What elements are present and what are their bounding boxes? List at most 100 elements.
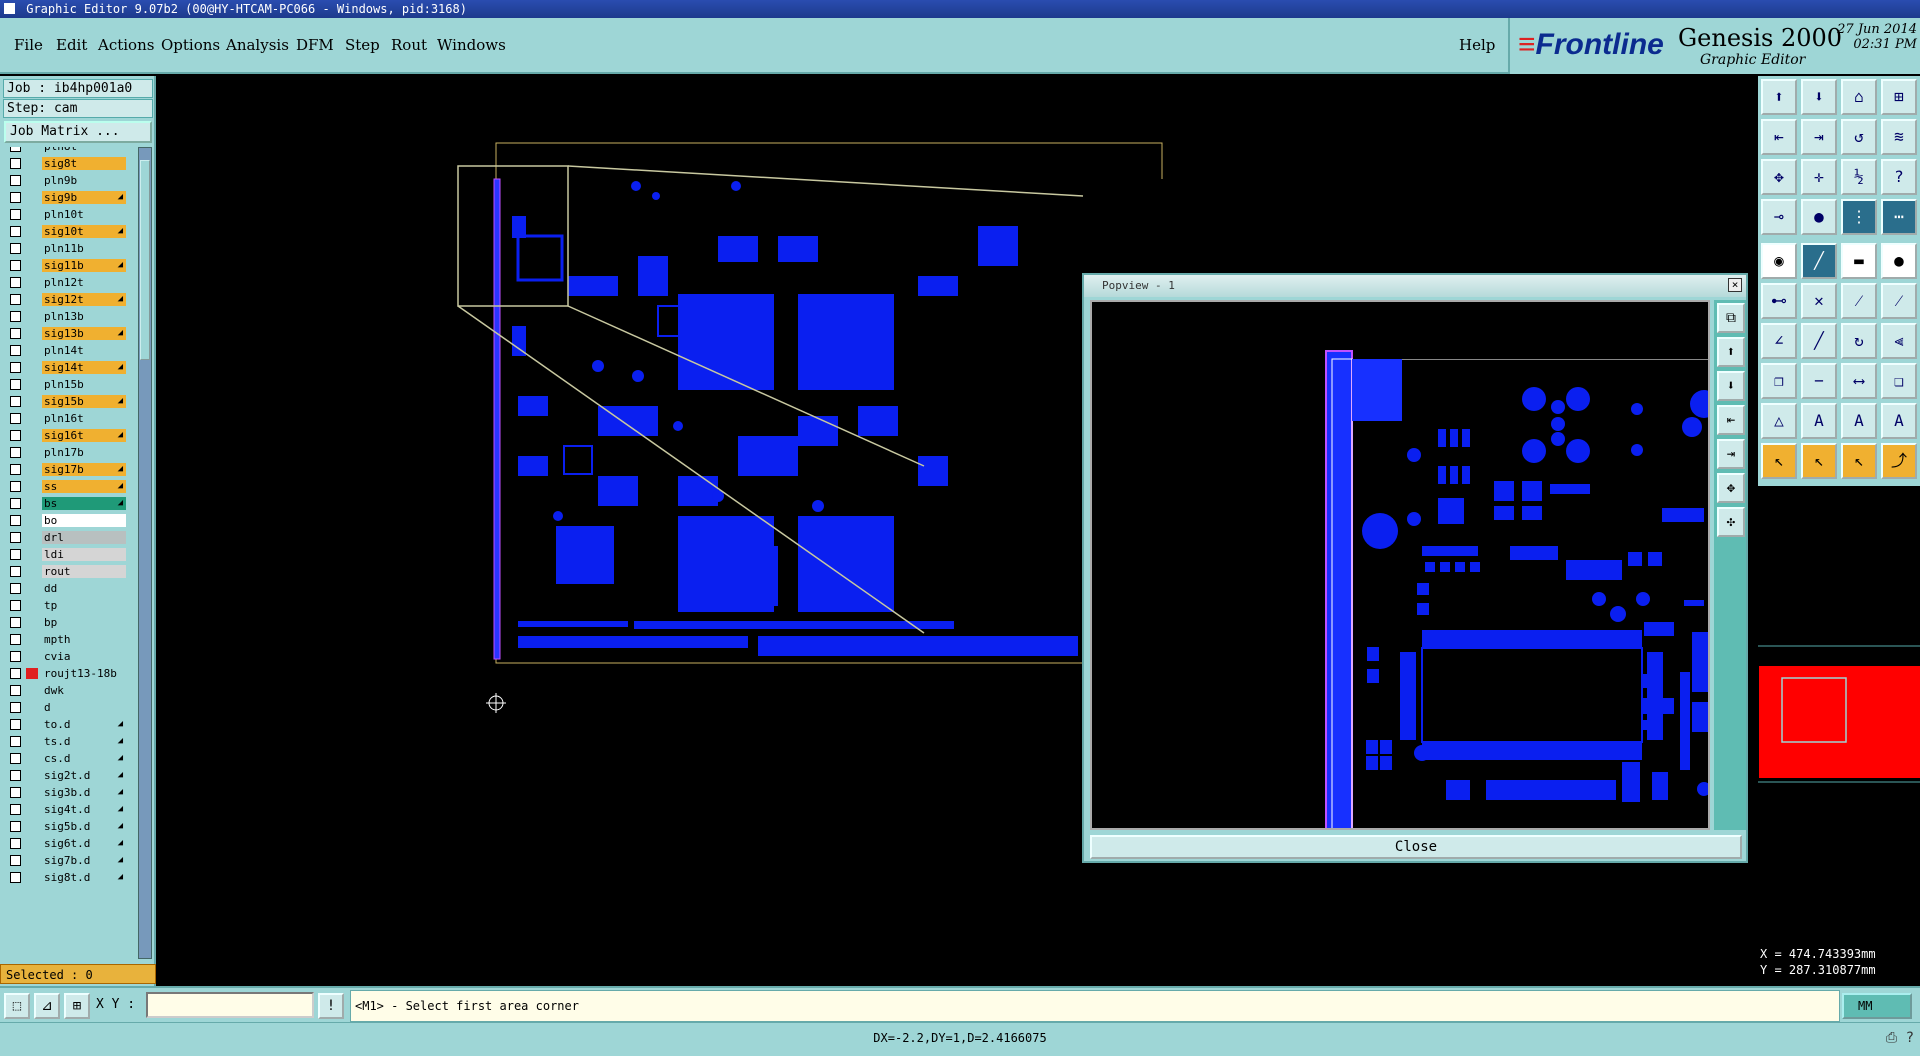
layer-name[interactable]: sig2t.d ◢ [42,769,126,782]
layer-checkbox[interactable] [10,294,21,305]
layer-name[interactable]: dwk [42,684,126,697]
layer-name[interactable]: pln12t [42,276,126,289]
layer-name[interactable]: sig6t.d ◢ [42,837,126,850]
pop-full-icon[interactable]: ✣ [1717,507,1745,537]
alert-icon[interactable]: ! [318,993,344,1019]
line-tool-icon[interactable]: ╱ [1801,243,1837,279]
layers-icon[interactable]: ❏ [1881,363,1917,399]
layer-name[interactable]: sig5b.d ◢ [42,820,126,833]
layer-checkbox[interactable] [10,243,21,254]
layer-row[interactable]: mpth [4,632,126,647]
redraw-icon[interactable]: ↺ [1841,119,1877,155]
layer-row[interactable]: cs.d ◢ [4,751,126,766]
layer-name[interactable]: pln10t [42,208,126,221]
layer-row[interactable]: sig10t ◢ [4,224,126,239]
layer-name[interactable]: pln15b [42,378,126,391]
layer-row[interactable]: sig14t ◢ [4,360,126,375]
layer-name[interactable]: bo [42,514,126,527]
center-icon[interactable]: ✛ [1801,159,1837,195]
layer-checkbox[interactable] [10,617,21,628]
layer-checkbox[interactable] [10,311,21,322]
menu-dfm[interactable]: DFM [296,36,334,54]
layer-row[interactable]: drl [4,530,126,545]
layer-row[interactable]: sig3b.d ◢ [4,785,126,800]
layer-row[interactable]: sig15b ◢ [4,394,126,409]
snap-mode-icon[interactable]: ⬚ [4,993,30,1019]
layer-checkbox[interactable] [10,770,21,781]
menu-options[interactable]: Options [161,36,220,54]
layer-row[interactable]: pln11b [4,241,126,256]
layer-checkbox[interactable] [10,158,21,169]
layer-checkbox[interactable] [10,430,21,441]
layer-name[interactable]: sig16t ◢ [42,429,126,442]
layer-row[interactable]: to.d ◢ [4,717,126,732]
connect-icon[interactable]: ⋯ [1881,199,1917,235]
layer-checkbox[interactable] [10,192,21,203]
layer-row[interactable]: bo [4,513,126,528]
graphic-canvas[interactable]: Popview - 1 × ⧉ ⬆ ⬇ ⇤ ⇥ ✥ ✣ Close [158,76,1756,986]
layer-name[interactable]: pln17b [42,446,126,459]
layer-row[interactable]: pln9b [4,173,126,188]
layer-name[interactable]: sig8t.d ◢ [42,871,126,884]
split-view-icon[interactable]: ⊞ [1881,79,1917,115]
layer-checkbox[interactable] [10,328,21,339]
pop-center-icon[interactable]: ✥ [1717,473,1745,503]
layer-row[interactable]: sig6t.d ◢ [4,836,126,851]
layer-checkbox[interactable] [10,821,21,832]
layer-checkbox[interactable] [10,277,21,288]
fit-icon[interactable]: ✥ [1761,159,1797,195]
pop-fit-icon[interactable]: ⧉ [1717,303,1745,333]
layer-checkbox[interactable] [10,753,21,764]
popview-close-icon[interactable]: × [1728,278,1742,292]
layer-row[interactable]: pln16t [4,411,126,426]
route-icon[interactable]: ⤴ [1881,443,1917,479]
layer-name[interactable]: sig7b.d ◢ [42,854,126,867]
home-icon[interactable]: ⌂ [1841,79,1877,115]
pan-right-icon[interactable]: ⇥ [1801,119,1837,155]
layer-row[interactable]: pln15b [4,377,126,392]
layer-row[interactable]: dwk [4,683,126,698]
stack-icon[interactable]: ≋ [1881,119,1917,155]
layer-name[interactable]: sig10t ◢ [42,225,126,238]
layer-checkbox[interactable] [10,787,21,798]
layer-name[interactable]: pln14t [42,344,126,357]
text-b-icon[interactable]: A [1841,403,1877,439]
layer-checkbox[interactable] [10,464,21,475]
layer-name[interactable]: drl [42,531,126,544]
pad-icon[interactable]: ◉ [1761,243,1797,279]
layer-name[interactable]: bp [42,616,126,629]
layer-name[interactable]: to.d ◢ [42,718,126,731]
angle-icon[interactable]: ∠ [1761,323,1797,359]
triangle-icon[interactable]: △ [1761,403,1797,439]
help-icon[interactable]: ? [1881,159,1917,195]
layer-name[interactable]: roujt13-18b [42,667,126,680]
popview-canvas[interactable] [1090,300,1710,830]
units-select[interactable]: MM [1842,993,1912,1019]
layer-row[interactable]: pln17b [4,445,126,460]
layer-name[interactable]: sig14t ◢ [42,361,126,374]
layer-name[interactable]: tp [42,599,126,612]
dimension-icon[interactable]: ⟷ [1841,363,1877,399]
layer-row[interactable]: sig17b ◢ [4,462,126,477]
layer-row[interactable]: ss ◢ [4,479,126,494]
layer-checkbox[interactable] [10,209,21,220]
layer-name[interactable]: sig17b ◢ [42,463,126,476]
net-icon[interactable]: ⋮ [1841,199,1877,235]
layer-row[interactable]: ts.d ◢ [4,734,126,749]
layer-name[interactable]: ss ◢ [42,480,126,493]
popview-close-button[interactable]: Close [1090,835,1742,859]
layer-checkbox[interactable] [10,651,21,662]
layer-name[interactable]: bs ◢ [42,497,126,510]
snap-icon[interactable]: ● [1801,199,1837,235]
layer-checkbox[interactable] [10,147,21,152]
copy-icon[interactable]: ❐ [1761,363,1797,399]
grid-mode-icon[interactable]: ⊿ [34,993,60,1019]
layer-name[interactable]: dd [42,582,126,595]
layer-checkbox[interactable] [10,583,21,594]
layer-checkbox[interactable] [10,362,21,373]
menu-actions[interactable]: Actions [98,36,154,54]
layer-name[interactable]: ts.d ◢ [42,735,126,748]
layer-checkbox[interactable] [10,600,21,611]
layer-row[interactable]: rout [4,564,126,579]
pan-left-icon[interactable]: ⇤ [1761,119,1797,155]
